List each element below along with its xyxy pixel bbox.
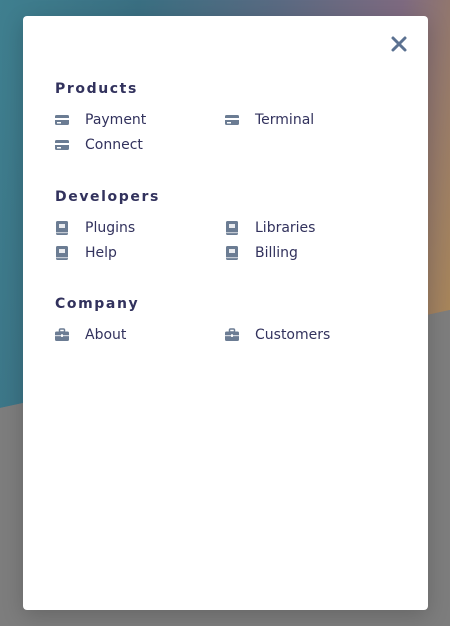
- nav-modal: Products Payment Terminal Connect Develo…: [23, 16, 428, 610]
- link-label: Billing: [255, 245, 298, 261]
- section-company: Company About Customers: [55, 295, 395, 344]
- briefcase-icon: [55, 328, 69, 342]
- briefcase-icon: [225, 328, 239, 342]
- book-icon: [225, 246, 239, 260]
- link-billing[interactable]: Billing: [225, 244, 395, 262]
- link-label: Payment: [85, 112, 147, 128]
- link-label: Connect: [85, 137, 143, 153]
- link-help[interactable]: Help: [55, 244, 225, 262]
- link-connect[interactable]: Connect: [55, 136, 225, 154]
- book-icon: [225, 221, 239, 235]
- book-icon: [55, 246, 69, 260]
- link-about[interactable]: About: [55, 326, 225, 344]
- link-label: Customers: [255, 327, 331, 343]
- section-title-products: Products: [55, 81, 138, 97]
- credit-card-icon: [225, 113, 239, 127]
- book-icon: [55, 221, 69, 235]
- link-label: About: [85, 327, 127, 343]
- link-plugins[interactable]: Plugins: [55, 219, 225, 237]
- link-libraries[interactable]: Libraries: [225, 219, 395, 237]
- close-button[interactable]: [389, 34, 409, 54]
- products-links: Payment Terminal Connect: [55, 111, 395, 154]
- link-payment[interactable]: Payment: [55, 111, 225, 129]
- credit-card-icon: [55, 113, 69, 127]
- link-label: Plugins: [85, 220, 136, 236]
- link-customers[interactable]: Customers: [225, 326, 395, 344]
- link-label: Terminal: [255, 112, 315, 128]
- link-label: Libraries: [255, 220, 316, 236]
- close-icon: [389, 34, 409, 54]
- section-products: Products Payment Terminal Connect: [55, 80, 395, 154]
- link-terminal[interactable]: Terminal: [225, 111, 395, 129]
- section-title-developers: Developers: [55, 189, 160, 205]
- link-label: Help: [85, 245, 117, 261]
- company-links: About Customers: [55, 326, 395, 344]
- section-title-company: Company: [55, 296, 140, 312]
- credit-card-icon: [55, 138, 69, 152]
- section-developers: Developers Plugins Libraries Help Billin…: [55, 188, 395, 262]
- developers-links: Plugins Libraries Help Billing: [55, 219, 395, 262]
